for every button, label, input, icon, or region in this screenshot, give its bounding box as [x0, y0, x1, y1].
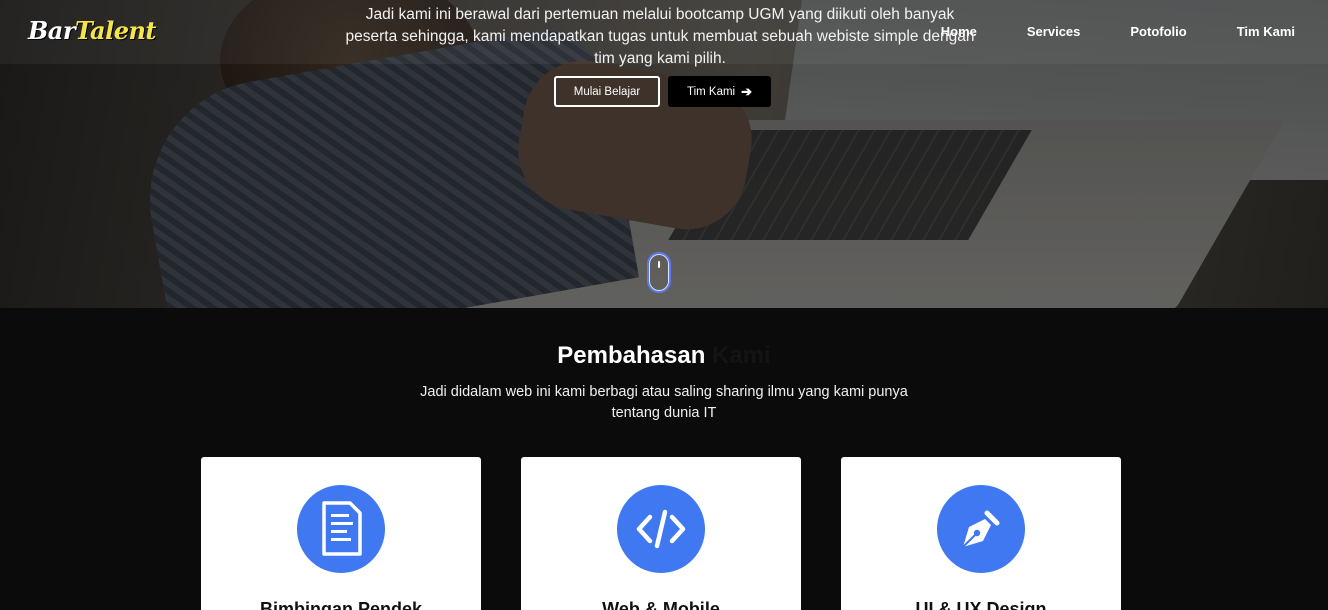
nav-link-portfolio[interactable]: Potofolio — [1130, 24, 1186, 39]
start-learning-label: Mulai Belajar — [573, 85, 641, 98]
nav-link-services[interactable]: Services — [1027, 24, 1081, 39]
pen-icon — [937, 485, 1025, 573]
code-icon — [617, 485, 705, 573]
services-section: Pembahasan Kami Jadi didalam web ini kam… — [0, 308, 1328, 610]
document-icon — [297, 485, 385, 573]
hero-section: BarTalent Home Services Potofolio Tim Ka… — [0, 0, 1328, 308]
service-card-short-course[interactable]: Bimbingan Pendek — [201, 457, 481, 610]
section-title-accent: Kami — [712, 342, 771, 369]
team-button-label: Tim Kami — [686, 85, 736, 98]
card-title: Web & Mobile — [602, 599, 720, 610]
hero-buttons: Mulai Belajar Tim Kami ➔ — [554, 76, 771, 107]
section-title-main: Pembahasan — [557, 342, 706, 369]
nav-link-team[interactable]: Tim Kami — [1237, 24, 1295, 39]
logo-second-word: Talent — [74, 16, 157, 45]
start-learning-button[interactable]: Mulai Belajar — [554, 76, 660, 107]
logo-first-word: Bar — [28, 16, 75, 45]
section-title: Pembahasan Kami — [0, 342, 1328, 370]
card-title: UI & UX Design — [915, 599, 1047, 610]
service-card-web-mobile[interactable]: Web & Mobile — [521, 457, 801, 610]
hero-description: Jadi kami ini berawal dari pertemuan mel… — [345, 6, 975, 67]
logo[interactable]: BarTalent — [28, 16, 157, 45]
card-title: Bimbingan Pendek — [259, 599, 423, 610]
section-description: Jadi didalam web ini kami berbagi atau s… — [420, 384, 908, 421]
service-card-ui-ux[interactable]: UI & UX Design — [841, 457, 1121, 610]
team-button[interactable]: Tim Kami ➔ — [668, 76, 771, 107]
mouse-scroll-icon[interactable] — [647, 252, 671, 293]
arrow-right-icon: ➔ — [741, 83, 753, 99]
